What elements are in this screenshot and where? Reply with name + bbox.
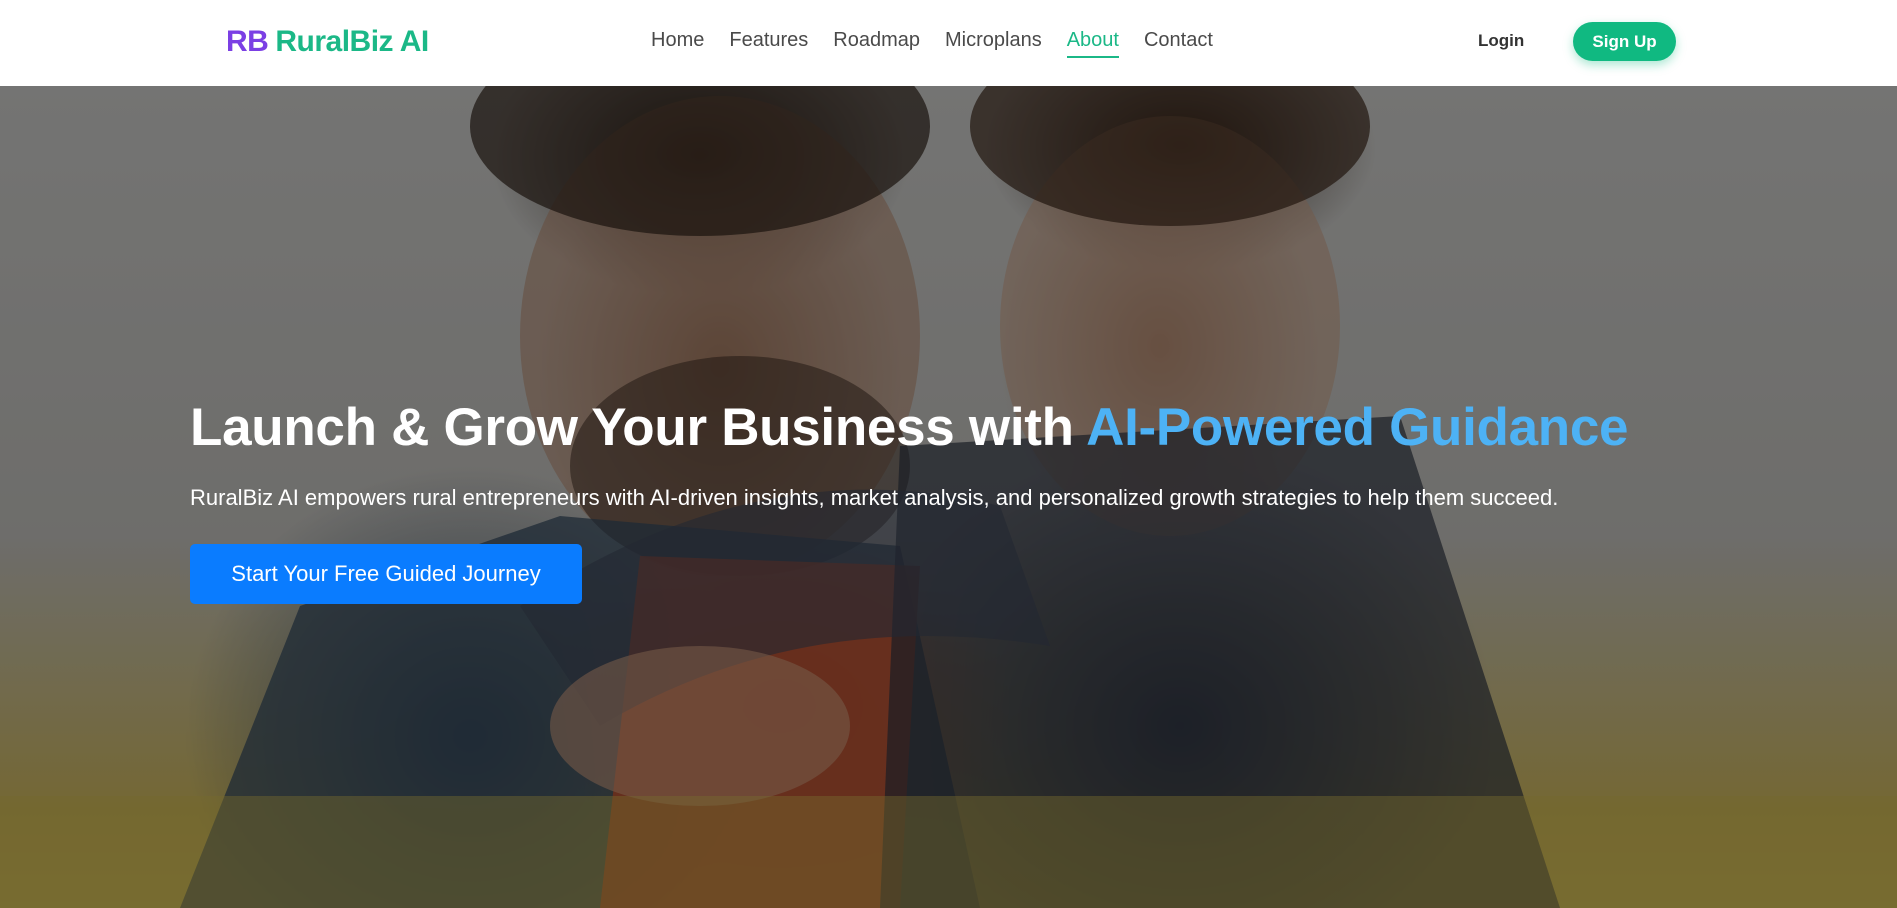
nav-link-contact[interactable]: Contact: [1144, 26, 1213, 58]
hero-title-accent: AI-Powered Guidance: [1086, 398, 1629, 457]
login-button[interactable]: Login: [1470, 26, 1532, 56]
nav-link-roadmap[interactable]: Roadmap: [833, 26, 920, 58]
brand-initials: RB: [226, 25, 269, 58]
nav-link-features[interactable]: Features: [729, 26, 808, 58]
main-nav: Home Features Roadmap Microplans About C…: [651, 26, 1213, 58]
nav-link-about[interactable]: About: [1066, 26, 1119, 58]
nav-link-home[interactable]: Home: [651, 26, 704, 58]
brand-logo[interactable]: RB RuralBiz AI: [226, 24, 429, 60]
brand-name: RuralBiz AI: [275, 25, 429, 58]
hero-title: Launch & Grow Your Business with AI-Powe…: [190, 396, 1629, 460]
start-journey-button[interactable]: Start Your Free Guided Journey: [190, 544, 582, 604]
hero-title-main: Launch & Grow Your Business with: [190, 398, 1087, 457]
hero-subtitle: RuralBiz AI empowers rural entrepreneurs…: [190, 485, 1559, 510]
signup-button[interactable]: Sign Up: [1573, 22, 1676, 61]
nav-link-microplans[interactable]: Microplans: [945, 26, 1042, 58]
top-navbar: RB RuralBiz AI Home Features Roadmap Micr…: [0, 0, 1897, 86]
hero-section: Launch & Grow Your Business with AI-Powe…: [0, 86, 1897, 908]
